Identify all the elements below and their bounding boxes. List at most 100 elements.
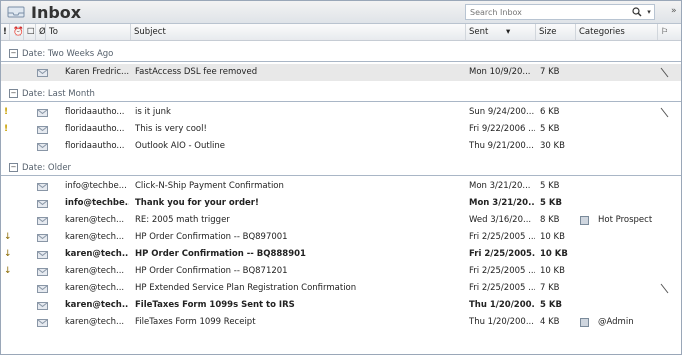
message-to: Karen Fredric...	[65, 67, 129, 77]
envelope-icon	[37, 143, 48, 151]
envelope-icon	[37, 183, 48, 191]
message-to: karen@tech...	[65, 317, 125, 327]
message-row[interactable]: Karen Fredric... FastAccess DSL fee remov…	[1, 64, 681, 81]
message-sent: Thu 1/20/200...	[469, 317, 534, 327]
column-attachment[interactable]: Ø	[36, 24, 46, 40]
envelope-icon	[37, 234, 48, 242]
importance-icon[interactable]: ↓	[4, 246, 12, 263]
reminder-header-icon: ⏰	[13, 27, 24, 37]
message-to: karen@tech...	[65, 266, 125, 276]
size-header-label: Size	[539, 27, 557, 37]
message-row[interactable]: karen@tech... RE: 2005 math trigger Wed 3/…	[1, 212, 681, 229]
outlook-inbox-window: Inbox ▾ » ! ⏰ ☐ Ø To Subject Sent ▾ Size …	[0, 0, 682, 355]
message-sent: Sun 9/24/200...	[469, 107, 535, 117]
message-to: karen@tech...	[65, 249, 129, 259]
envelope-icon	[37, 126, 48, 134]
message-to: floridaautho...	[65, 107, 125, 117]
group-header[interactable]: − Date: Older	[1, 155, 681, 176]
expand-chevron-icon[interactable]: »	[671, 6, 677, 16]
column-reminder[interactable]: ⏰	[10, 24, 24, 40]
message-row[interactable]: ! floridaautho... This is very cool! Fri 9/…	[1, 121, 681, 138]
envelope-icon	[37, 319, 48, 327]
collapse-toggle-icon[interactable]: −	[9, 49, 18, 58]
message-category: Hot Prospect	[598, 215, 653, 225]
item-type-header-icon: ☐	[27, 27, 35, 37]
importance-icon[interactable]: !	[4, 104, 8, 121]
message-sent: Fri 2/25/2005...	[469, 249, 535, 259]
message-sent: Mon 10/9/20...	[469, 67, 531, 77]
envelope-icon	[37, 302, 48, 310]
message-row[interactable]: ! floridaautho... is it junk Sun 9/24/200..…	[1, 104, 681, 121]
importance-icon[interactable]: !	[4, 121, 8, 138]
message-subject: FastAccess DSL fee removed	[135, 67, 258, 77]
message-to: floridaautho...	[65, 124, 125, 134]
message-size: 8 KB	[540, 215, 560, 225]
envelope-icon	[37, 109, 48, 117]
message-row[interactable]: karen@tech... FileTaxes Form 1099s Sent t…	[1, 297, 681, 314]
message-row[interactable]: karen@tech... FileTaxes Form 1099 Receipt…	[1, 314, 681, 331]
category-color-icon	[580, 216, 589, 225]
message-subject: FileTaxes Form 1099s Sent to IRS	[135, 300, 295, 310]
search-box[interactable]: ▾	[465, 4, 655, 20]
message-sent: Thu 9/21/200...	[469, 141, 534, 151]
message-category: @Admin	[598, 317, 634, 327]
envelope-icon	[37, 285, 48, 293]
search-input[interactable]	[466, 6, 630, 18]
flag-icon[interactable]	[659, 283, 669, 294]
column-header-bar: ! ⏰ ☐ Ø To Subject Sent ▾ Size Categories…	[1, 24, 681, 41]
to-header-label: To	[49, 27, 58, 37]
flag-icon[interactable]	[659, 67, 669, 78]
categories-header-label: Categories	[579, 27, 625, 37]
column-icon[interactable]: ☐	[24, 24, 36, 40]
collapse-toggle-icon[interactable]: −	[9, 163, 18, 172]
message-sent: Mon 3/21/20...	[469, 181, 531, 191]
importance-icon[interactable]: ↓	[4, 263, 12, 280]
importance-icon[interactable]: ↓	[4, 229, 12, 246]
message-size: 5 KB	[540, 198, 562, 208]
message-subject: Outlook AIO - Outline	[135, 141, 226, 151]
group-header[interactable]: − Date: Last Month	[1, 81, 681, 102]
message-size: 10 KB	[540, 266, 565, 276]
column-subject[interactable]: Subject	[131, 24, 466, 40]
column-flag[interactable]: ⚐	[658, 24, 681, 40]
message-sent: Fri 2/25/2005 ...	[469, 232, 535, 242]
message-sent: Fri 2/25/2005 ...	[469, 266, 535, 276]
message-to: karen@tech...	[65, 300, 129, 310]
message-row[interactable]: floridaautho... Outlook AIO - Outline Thu …	[1, 138, 681, 155]
message-row[interactable]: karen@tech... HP Extended Service Plan Re…	[1, 280, 681, 297]
envelope-icon	[37, 200, 48, 208]
message-to: karen@tech...	[65, 232, 125, 242]
message-row[interactable]: info@techbe... Thank you for your order! M…	[1, 195, 681, 212]
envelope-icon	[37, 69, 48, 77]
message-to: floridaautho...	[65, 141, 125, 151]
message-to: info@techbe...	[65, 198, 129, 208]
message-row[interactable]: info@techbe... Click-N-Ship Payment Confi…	[1, 178, 681, 195]
column-categories[interactable]: Categories	[576, 24, 658, 40]
message-row[interactable]: ↓ karen@tech... HP Order Confirmation -- B…	[1, 263, 681, 280]
flag-icon[interactable]	[659, 107, 669, 118]
message-size: 30 KB	[540, 141, 565, 151]
search-options-dropdown-icon[interactable]: ▾	[644, 5, 654, 19]
column-sent[interactable]: Sent ▾	[466, 24, 536, 40]
sent-header-label: Sent	[469, 27, 489, 37]
message-subject: HP Extended Service Plan Registration Co…	[135, 283, 357, 293]
subject-header-label: Subject	[134, 27, 166, 37]
message-subject: is it junk	[135, 107, 171, 117]
envelope-icon	[37, 251, 48, 259]
search-icon[interactable]	[630, 5, 644, 19]
column-to[interactable]: To	[46, 24, 131, 40]
message-sent: Thu 1/20/200...	[469, 300, 535, 310]
message-row[interactable]: ↓ karen@tech... HP Order Confirmation -- B…	[1, 229, 681, 246]
column-importance[interactable]: !	[1, 24, 10, 40]
group-label: Date: Two Weeks Ago	[22, 49, 114, 59]
importance-header-icon: !	[3, 27, 7, 37]
column-size[interactable]: Size	[536, 24, 576, 40]
category-color-icon	[580, 318, 589, 327]
message-subject: FileTaxes Form 1099 Receipt	[135, 317, 256, 327]
flag-header-icon: ⚐	[661, 27, 669, 37]
collapse-toggle-icon[interactable]: −	[9, 89, 18, 98]
group-header[interactable]: − Date: Two Weeks Ago	[1, 41, 681, 62]
message-subject: HP Order Confirmation -- BQ871201	[135, 266, 288, 276]
sort-arrow-icon: ▾	[506, 27, 511, 37]
message-row[interactable]: ↓ karen@tech... HP Order Confirmation -- B…	[1, 246, 681, 263]
